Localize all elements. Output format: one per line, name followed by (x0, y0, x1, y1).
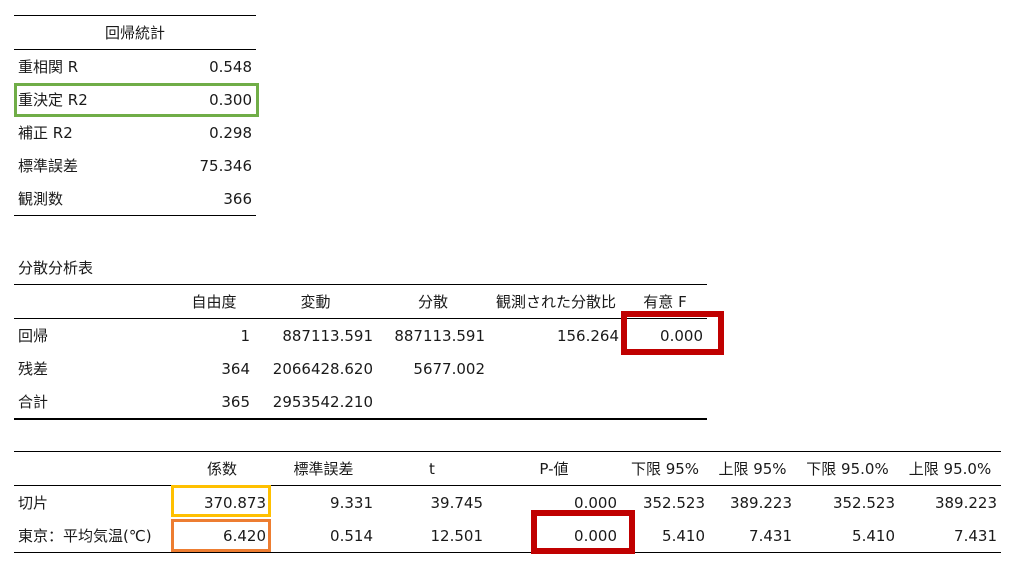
regression-statistics-title: 回帰統計 (14, 15, 257, 50)
anova-cell: 887113.591 (394, 326, 485, 345)
coefficients-row-intercept: 切片 370.873 9.331 39.745 0.000 352.523 38… (14, 486, 1001, 520)
coefficients-cell: 370.873 (203, 493, 266, 512)
coefficients-row-temperature: 東京：平均気温(℃) 6.420 0.514 12.501 0.000 5.41… (14, 519, 1001, 553)
coefficients-cell: 0.000 (574, 526, 617, 545)
stat-label: 観測数 (18, 190, 64, 208)
coefficients-cell: 352.523 (832, 493, 895, 512)
anova-cell: 残差 (18, 360, 49, 378)
anova-header: 変動 (254, 284, 377, 319)
stat-row-adjusted-r-squared: 補正 R2 0.298 (14, 116, 256, 149)
coefficients-header: 標準誤差 (270, 451, 377, 486)
regression-output-sheet: 回帰統計 重相関 R 0.548 重決定 R2 0.300 補正 R2 0.29… (0, 0, 1013, 574)
anova-cell: 2953542.210 (272, 392, 373, 411)
anova-cell: 156.264 (556, 326, 619, 345)
anova-cell: 887113.591 (282, 326, 373, 345)
anova-header: 有意 F (623, 284, 707, 319)
anova-row-residual: 残差 364 2066428.620 5677.002 (14, 352, 707, 385)
stat-label: 標準誤差 (18, 157, 79, 175)
anova-header-row: 自由度 変動 分散 観測された分散比 有意 F (14, 284, 707, 319)
coefficients-cell: 9.331 (330, 493, 373, 512)
coefficients-header: 係数 (174, 451, 270, 486)
coefficients-cell: 39.745 (430, 493, 484, 512)
anova-cell (623, 352, 707, 385)
coefficients-header: 下限 95% (621, 451, 709, 486)
anova-cell: 0.000 (660, 326, 703, 345)
coefficients-header: 下限 95.0% (796, 451, 899, 486)
coefficients-table: 係数 標準誤差 t P-値 下限 95% 上限 95% 下限 95.0% 上限 … (14, 451, 1001, 553)
anova-header: 観測された分散比 (489, 284, 623, 319)
coefficients-header: 上限 95.0% (899, 451, 1001, 486)
coefficients-cell: 7.431 (749, 526, 792, 545)
stat-row-r-squared: 重決定 R2 0.300 (14, 83, 256, 116)
anova-row-total: 合計 365 2953542.210 (14, 385, 707, 419)
coefficients-cell: 5.410 (852, 526, 895, 545)
anova-cell: 364 (221, 359, 250, 378)
anova-cell: 2066428.620 (272, 359, 373, 378)
stat-value: 75.346 (199, 156, 253, 175)
coefficients-header: P-値 (487, 451, 621, 486)
stat-value: 366 (223, 189, 253, 208)
anova-row-regression: 回帰 1 887113.591 887113.591 156.264 0.000 (14, 319, 707, 353)
coefficients-header-row: 係数 標準誤差 t P-値 下限 95% 上限 95% 下限 95.0% 上限 … (14, 451, 1001, 486)
anova-cell: 1 (240, 326, 250, 345)
coefficients-cell: 5.410 (662, 526, 705, 545)
coefficients-cell: 12.501 (430, 526, 484, 545)
anova-header: 分散 (377, 284, 489, 319)
stat-row-multiple-r: 重相関 R 0.548 (14, 50, 256, 84)
stat-row-standard-error: 標準誤差 75.346 (14, 149, 256, 182)
anova-cell: 合計 (18, 393, 49, 411)
anova-cell: 5677.002 (413, 359, 485, 378)
anova-table: 自由度 変動 分散 観測された分散比 有意 F 回帰 1 887113.591 … (14, 284, 707, 420)
stat-value: 0.298 (209, 123, 253, 142)
coefficients-cell: 389.223 (729, 493, 792, 512)
stat-value: 0.300 (209, 90, 253, 109)
coefficients-header (14, 451, 174, 486)
stat-label: 補正 R2 (18, 124, 73, 142)
regression-statistics-table: 回帰統計 重相関 R 0.548 重決定 R2 0.300 補正 R2 0.29… (14, 15, 257, 216)
coefficients-cell: 切片 (18, 494, 49, 512)
anova-cell (489, 385, 623, 419)
anova-cell (377, 385, 489, 419)
anova-header: 自由度 (174, 284, 254, 319)
anova-cell (489, 352, 623, 385)
anova-cell: 365 (221, 392, 250, 411)
stat-label: 重相関 R (18, 58, 79, 76)
coefficients-cell: 352.523 (642, 493, 705, 512)
anova-cell: 回帰 (18, 327, 49, 345)
coefficients-cell: 東京：平均気温(℃) (18, 527, 152, 545)
coefficients-header: 上限 95% (709, 451, 796, 486)
anova-cell (623, 385, 707, 419)
coefficients-cell: 389.223 (934, 493, 997, 512)
coefficients-header: t (377, 451, 487, 486)
anova-title: 分散分析表 (18, 259, 94, 277)
stat-label: 重決定 R2 (18, 91, 88, 109)
coefficients-cell: 0.000 (574, 493, 617, 512)
coefficients-cell: 7.431 (954, 526, 997, 545)
stat-row-observations: 観測数 366 (14, 182, 256, 216)
coefficients-cell: 0.514 (330, 526, 373, 545)
coefficients-cell: 6.420 (223, 526, 266, 545)
anova-header (14, 284, 174, 319)
stat-value: 0.548 (209, 57, 253, 76)
